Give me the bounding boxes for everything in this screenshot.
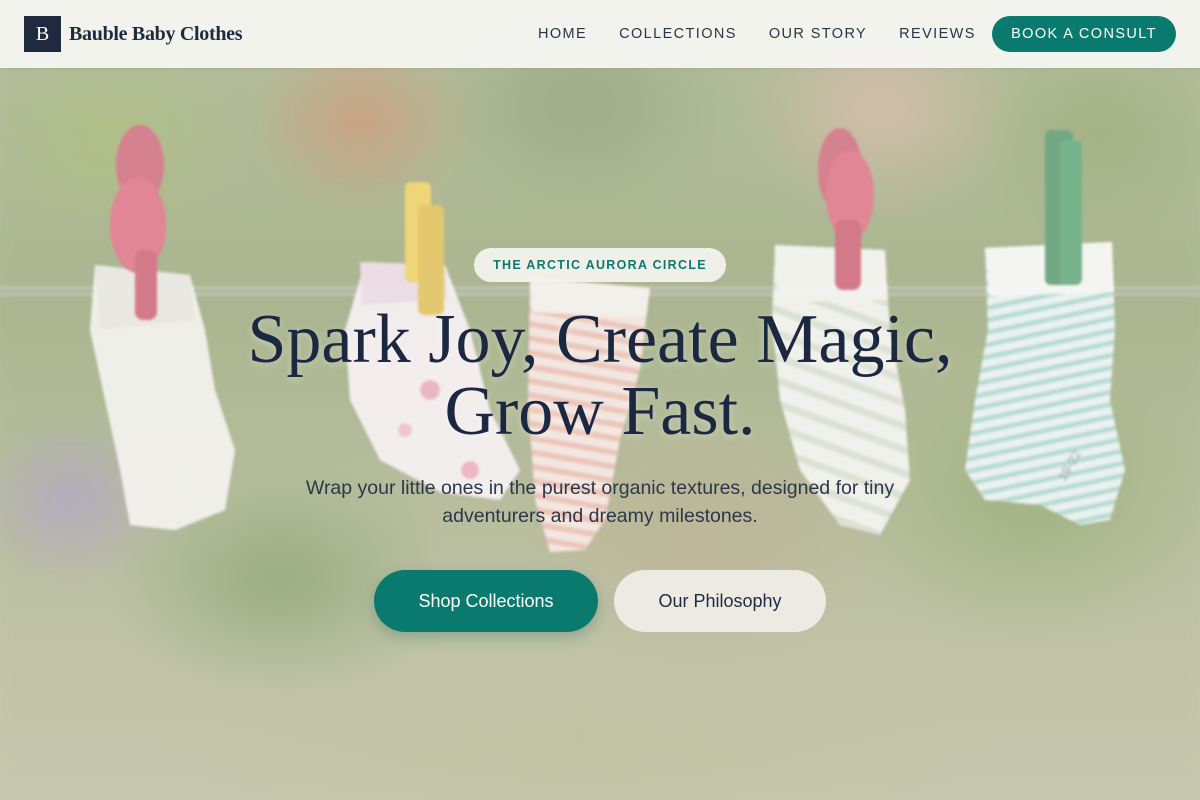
brand-mark-icon: B — [24, 16, 61, 52]
page: 19-22 B Bauble Baby Clothes HOME COLLECT… — [0, 0, 1200, 800]
nav-item-home[interactable]: HOME — [538, 26, 587, 42]
hero-title-line-1: Spark Joy, Create Magic, — [247, 301, 953, 378]
our-philosophy-button[interactable]: Our Philosophy — [614, 570, 826, 632]
nav-item-our-story[interactable]: OUR STORY — [769, 26, 867, 42]
site-header: B Bauble Baby Clothes HOME COLLECTIONS O… — [0, 0, 1200, 68]
hero-title: Spark Joy, Create Magic, Grow Fast. — [150, 304, 1050, 448]
book-consult-button[interactable]: BOOK A CONSULT — [992, 16, 1176, 52]
eyebrow-badge: THE ARCTIC AURORA CIRCLE — [474, 248, 726, 282]
brand-name: Bauble Baby Clothes — [69, 22, 243, 45]
hero-subtitle: Wrap your little ones in the purest orga… — [305, 477, 895, 527]
nav-item-collections[interactable]: COLLECTIONS — [619, 26, 737, 42]
hero-section: THE ARCTIC AURORA CIRCLE Spark Joy, Crea… — [0, 68, 1200, 800]
nav-item-reviews[interactable]: REVIEWS — [899, 26, 976, 42]
main-nav: HOME COLLECTIONS OUR STORY REVIEWS — [538, 0, 1008, 68]
shop-collections-button[interactable]: Shop Collections — [374, 570, 598, 632]
brand-logo[interactable]: B Bauble Baby Clothes — [24, 16, 243, 52]
hero-title-line-2: Grow Fast. — [444, 373, 756, 450]
